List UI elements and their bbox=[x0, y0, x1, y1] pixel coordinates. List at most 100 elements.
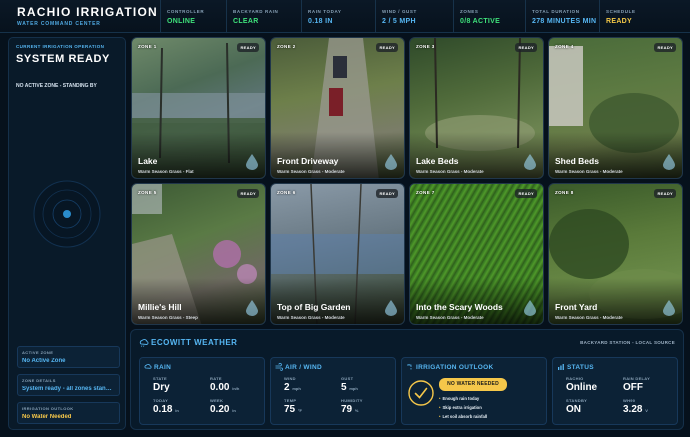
zone-tag: ZONE 1 bbox=[138, 44, 157, 49]
weather-icon bbox=[139, 339, 149, 347]
standby-value: ON bbox=[566, 404, 581, 415]
water-drop-icon bbox=[524, 154, 536, 170]
check-circle-icon bbox=[408, 380, 434, 406]
faucet-icon bbox=[407, 364, 412, 370]
stat-label: CONTROLLER bbox=[167, 8, 205, 14]
zone-card-5[interactable]: ZONE 5 READY Millie's Hill Warm Season G… bbox=[131, 183, 266, 325]
air-wind: WIND 2 mph bbox=[284, 376, 301, 393]
zone-tag: ZONE 8 bbox=[555, 190, 574, 195]
zone-card-4[interactable]: ZONE 4 READY Shed Beds Warm Season Grass… bbox=[548, 37, 683, 179]
zone-status-badge: READY bbox=[654, 43, 676, 52]
rain-delay-label: RAIN DELAY bbox=[623, 376, 651, 381]
zone-name: Millie's Hill bbox=[138, 302, 182, 312]
air-temp: TEMP 75 °F bbox=[284, 398, 302, 415]
wh90-value: 3.28 bbox=[623, 404, 643, 415]
app-subtitle: WATER COMMAND CENTER bbox=[17, 21, 101, 27]
rain-rate-label: RATE bbox=[210, 376, 222, 381]
stat-value: 278 MINUTES MIN bbox=[532, 17, 597, 25]
zone-type: Warm Season Grass - Moderate bbox=[555, 315, 623, 320]
water-drop-icon bbox=[663, 300, 675, 316]
outlook-bullet: Let soil absorb rainfall bbox=[439, 414, 487, 419]
stat-rain-today: RAIN TODAY 0.18 IN bbox=[301, 0, 375, 33]
zone-type: Warm Season Grass - Steep bbox=[138, 315, 198, 320]
stat-total-duration: TOTAL DURATION 278 MINUTES MIN bbox=[525, 0, 599, 33]
zone-card-3[interactable]: ZONE 3 READY Lake Beds Warm Season Grass… bbox=[409, 37, 544, 179]
air-gust: GUST 5 mph bbox=[341, 376, 358, 393]
zone-tag: ZONE 5 bbox=[138, 190, 157, 195]
outlook-label: IRRIGATION OUTLOOK bbox=[22, 406, 74, 411]
active-zone-box: ACTIVE ZONE No Active Zone bbox=[17, 346, 120, 368]
zone-name: Front Driveway bbox=[277, 156, 339, 166]
air-humidity: HUMIDITY 79 % bbox=[341, 398, 363, 415]
wh90-unit: V bbox=[645, 408, 648, 413]
irrigation-outlook-box: IRRIGATION OUTLOOK No Water Needed bbox=[17, 402, 120, 424]
stat-value: 0/8 ACTIVE bbox=[460, 17, 501, 25]
stat-label: ZONES bbox=[460, 8, 479, 14]
zone-type: Warm Season Grass - Moderate bbox=[416, 169, 484, 174]
standby-label: STANDBY bbox=[566, 398, 588, 403]
air-title: AIR / WIND bbox=[285, 364, 322, 371]
no-water-needed-button[interactable]: NO WATER NEEDED bbox=[439, 378, 507, 391]
zone-name: Top of Big Garden bbox=[277, 302, 351, 312]
temp-value: 75 bbox=[284, 404, 296, 415]
zone-name: Lake bbox=[138, 156, 158, 166]
stat-value: READY bbox=[606, 17, 633, 25]
zone-card-7[interactable]: ZONE 7 READY Into the Scary Woods Warm S… bbox=[409, 183, 544, 325]
stat-label: BACKYARD RAIN bbox=[233, 8, 279, 14]
water-drop-icon bbox=[246, 154, 258, 170]
outlook-bullet: Skip extra irrigation bbox=[439, 405, 481, 410]
stat-controller: CONTROLLER ONLINE bbox=[160, 0, 226, 33]
weather-panel: ECOWITT WEATHER BACKYARD STATION - LOCAL… bbox=[130, 329, 684, 430]
brand: RACHIO IRRIGATION WATER COMMAND CENTER bbox=[0, 5, 160, 27]
wind-value: 2 bbox=[284, 382, 290, 393]
outlook-title: IRRIGATION OUTLOOK bbox=[416, 364, 494, 371]
zone-card-2[interactable]: ZONE 2 READY Front Driveway Warm Season … bbox=[270, 37, 405, 179]
stat-schedule: SCHEDULE READY bbox=[599, 0, 674, 33]
rain-rate-unit: in/h bbox=[232, 386, 240, 391]
zone-card-8[interactable]: ZONE 8 READY Front Yard Warm Season Gras… bbox=[548, 183, 683, 325]
water-drop-icon bbox=[246, 300, 258, 316]
rain-today-unit: in bbox=[175, 408, 179, 413]
rain-rate: RATE 0.00 in/h bbox=[210, 376, 239, 393]
zone-tag: ZONE 7 bbox=[416, 190, 435, 195]
zone-type: Warm Season Grass - Moderate bbox=[416, 315, 484, 320]
water-drop-icon bbox=[385, 154, 397, 170]
rain-week-value: 0.20 bbox=[210, 404, 230, 415]
rachio-value: Online bbox=[566, 382, 598, 393]
rain-today-label: TODAY bbox=[153, 398, 169, 403]
rain-week-label: WEEK bbox=[210, 398, 224, 403]
zone-card-6[interactable]: ZONE 6 READY Top of Big Garden Warm Seas… bbox=[270, 183, 405, 325]
gust-value: 5 bbox=[341, 382, 347, 393]
rain-today-value: 0.18 bbox=[153, 404, 173, 415]
active-zone-label: ACTIVE ZONE bbox=[22, 350, 54, 355]
rain-today: TODAY 0.18 in bbox=[153, 398, 179, 415]
rain-state-label: STATE bbox=[153, 376, 168, 381]
gust-label: GUST bbox=[341, 376, 354, 381]
active-zone-value: No Active Zone bbox=[22, 358, 66, 364]
zone-type: Warm Season Grass - Moderate bbox=[277, 315, 345, 320]
zone-status-badge: READY bbox=[515, 43, 537, 52]
zone-type: Warm Season Grass - Moderate bbox=[277, 169, 345, 174]
operation-subtitle: NO ACTIVE ZONE - STANDING BY bbox=[16, 83, 97, 89]
zone-status-badge: READY bbox=[654, 189, 676, 198]
zone-type: Warm Season Grass - Moderate bbox=[555, 169, 623, 174]
top-status-bar: RACHIO IRRIGATION WATER COMMAND CENTER C… bbox=[0, 0, 690, 33]
humidity-unit: % bbox=[354, 408, 359, 413]
zone-status-badge: READY bbox=[515, 189, 537, 198]
zone-status-badge: READY bbox=[376, 43, 398, 52]
air-wind-card: AIR / WIND WIND 2 mph GUST 5 mph TEMP 75… bbox=[270, 357, 396, 425]
humidity-label: HUMIDITY bbox=[341, 398, 363, 403]
zone-card-1[interactable]: ZONE 1 READY Lake Warm Season Grass - Fl… bbox=[131, 37, 266, 179]
status-bars-icon bbox=[558, 364, 564, 370]
rain-card: RAIN STATE Dry RATE 0.00 in/h TODAY 0.18… bbox=[139, 357, 265, 425]
zone-details-label: ZONE DETAILS bbox=[22, 378, 56, 383]
humidity-value: 79 bbox=[341, 404, 353, 415]
stat-wind-gust: WIND / GUST 2 / 5 MPH bbox=[375, 0, 453, 33]
app-title: RACHIO IRRIGATION bbox=[17, 5, 158, 19]
rain-delay-value: OFF bbox=[623, 382, 643, 393]
stat-label: TOTAL DURATION bbox=[532, 8, 580, 14]
status-card: STATUS RACHIO Online RAIN DELAY OFF STAN… bbox=[552, 357, 678, 425]
zone-tag: ZONE 3 bbox=[416, 44, 435, 49]
rain-state-value: Dry bbox=[153, 382, 170, 393]
wind-icon bbox=[275, 363, 283, 371]
